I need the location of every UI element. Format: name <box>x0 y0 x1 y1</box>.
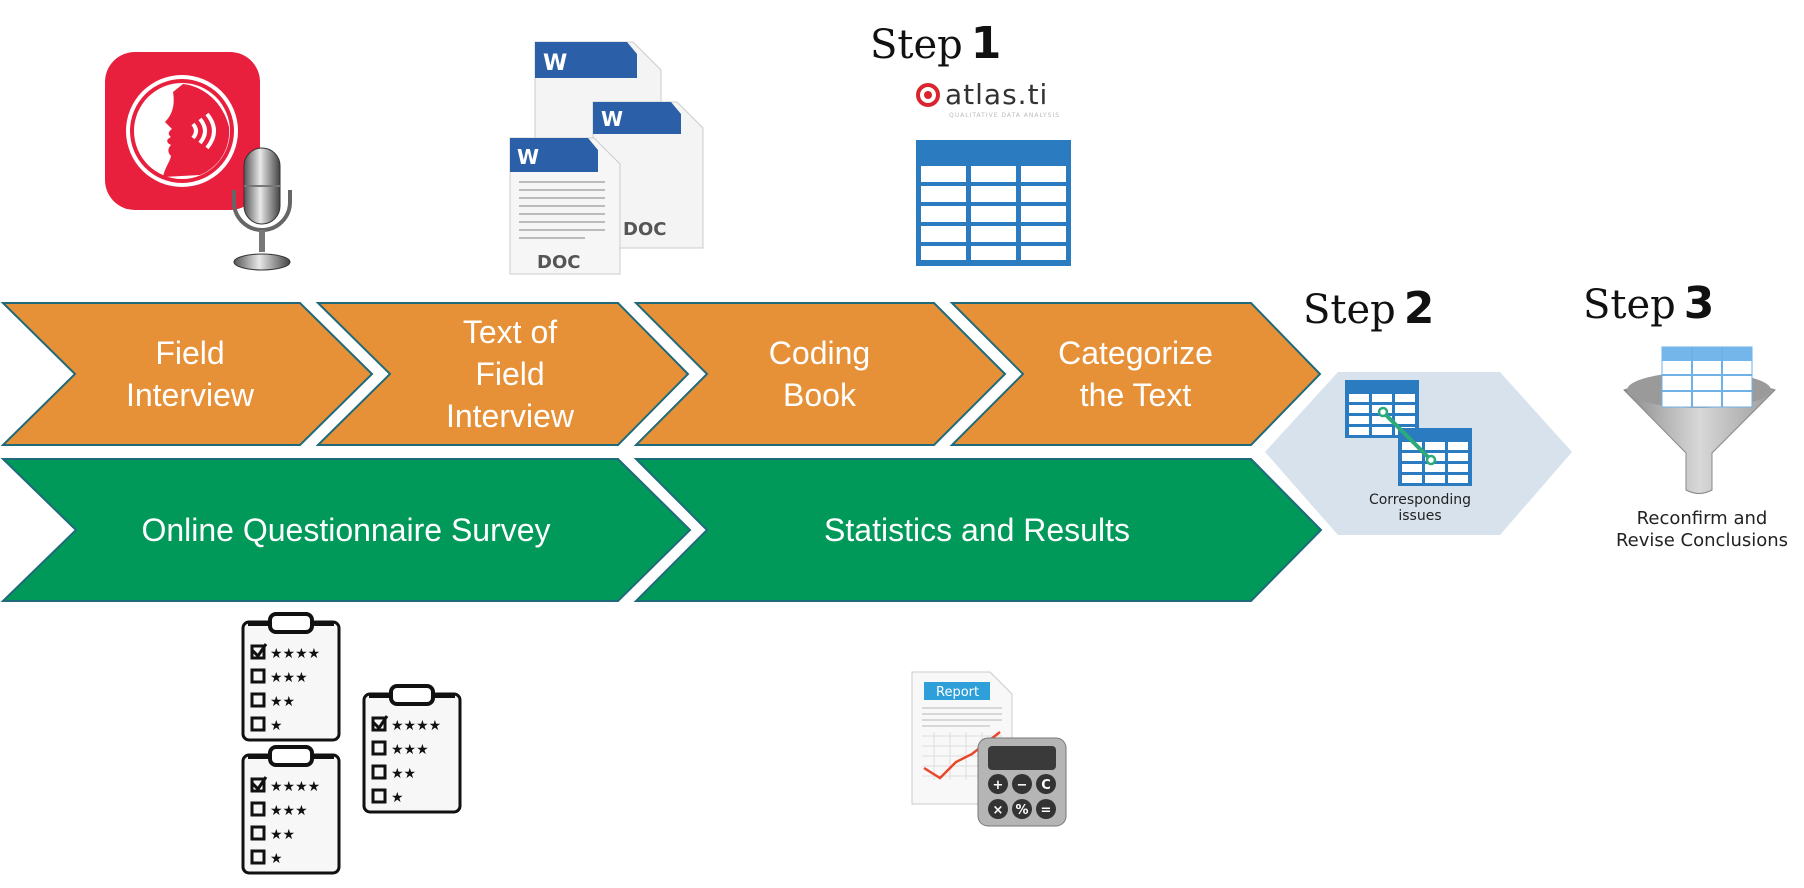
svg-text:+: + <box>993 778 1004 793</box>
svg-text:C: C <box>1041 778 1051 793</box>
atlas-brand: atlas.ti <box>945 78 1049 111</box>
svg-text:×: × <box>993 803 1004 818</box>
atlas-tagline: QUALITATIVE DATA ANALYSIS <box>949 112 1061 119</box>
step3-word: Step <box>1583 282 1676 328</box>
report-calculator-icon: Report + − C × % = <box>911 671 1067 827</box>
label-categorize-text: Categorize the Text <box>1058 335 1213 413</box>
label-text-of-field-interview: Text of Field Interview <box>445 314 575 434</box>
funnel-table <box>1661 346 1753 408</box>
step2-label: Step 2 <box>1303 283 1434 334</box>
rating-clipboards-group <box>240 612 465 877</box>
svg-text:W: W <box>517 145 539 169</box>
step1-number: 1 <box>970 18 1002 69</box>
label-statistics-results: Statistics and Results <box>824 512 1130 548</box>
svg-text:%: % <box>1015 803 1028 818</box>
table-icon <box>916 140 1071 266</box>
svg-text:=: = <box>1041 803 1052 818</box>
step1-word: Step <box>870 22 963 68</box>
rating-clipboard-icon <box>241 612 341 742</box>
step2-number: 2 <box>1403 283 1435 334</box>
atlas-ti-logo: atlas.ti QUALITATIVE DATA ANALYSIS <box>915 78 1075 122</box>
funnel-icon <box>1623 346 1776 494</box>
svg-text:−: − <box>1017 778 1028 793</box>
step3-label: Step 3 <box>1583 278 1714 329</box>
step3-number: 3 <box>1683 278 1715 329</box>
calculator: + − C × % = <box>977 737 1067 827</box>
word-doc-front: W DOC <box>509 137 621 275</box>
microphone-icon <box>232 147 292 271</box>
step2-word: Step <box>1303 287 1396 333</box>
linked-tables-icon <box>1345 380 1472 486</box>
svg-text:W: W <box>601 107 623 131</box>
word-documents-icon: W W DOC W DOC <box>509 41 704 275</box>
svg-text:DOC: DOC <box>623 219 666 240</box>
svg-text:DOC: DOC <box>537 252 580 273</box>
label-online-survey: Online Questionnaire Survey <box>141 512 551 548</box>
step1-label: Step 1 <box>870 18 1001 69</box>
step3-caption: Reconfirm and Revise Conclusions <box>1615 508 1789 551</box>
svg-text:Report: Report <box>936 685 979 700</box>
label-coding-book: Coding Book <box>768 335 871 413</box>
step2-caption: Corresponding issues <box>1368 492 1472 524</box>
rating-clipboard-icon <box>362 684 462 814</box>
atlas-at-icon <box>916 83 940 107</box>
label-field-interview: Field Interview <box>125 335 255 413</box>
rating-clipboard-icon <box>241 745 341 875</box>
svg-text:W: W <box>543 51 567 76</box>
